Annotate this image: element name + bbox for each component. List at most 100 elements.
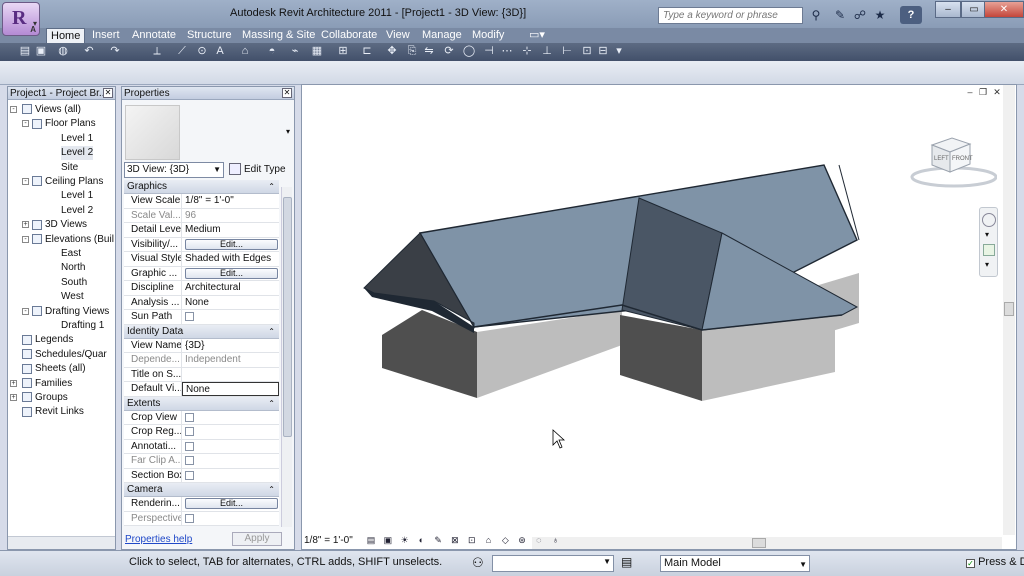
collapse-icon[interactable]: ⌃: [268, 483, 275, 497]
tree-item[interactable]: North: [61, 261, 85, 275]
tab-massing-site[interactable]: Massing & Site: [238, 28, 319, 43]
workset-dropdown[interactable]: ▼: [492, 555, 614, 572]
tree-item[interactable]: Level 1: [61, 189, 93, 203]
tree-item[interactable]: Legends: [22, 333, 73, 347]
help-button[interactable]: ?: [900, 6, 922, 24]
property-value[interactable]: [182, 368, 279, 382]
tree-item[interactable]: - Floor Plans: [22, 117, 96, 131]
collapse-icon[interactable]: -: [22, 120, 29, 128]
tree-item[interactable]: East: [61, 247, 81, 261]
vertical-scrollbar[interactable]: [281, 187, 292, 527]
scale-icon[interactable]: ⊥: [540, 44, 554, 58]
design-option-dropdown[interactable]: Main Model ▼: [660, 555, 810, 572]
tree-item[interactable]: West: [61, 290, 84, 304]
offset-icon[interactable]: ⊹: [520, 44, 534, 58]
tree-item[interactable]: - Ceiling Plans: [22, 175, 103, 189]
chevron-down-icon[interactable]: ▾: [286, 127, 290, 136]
property-group-header[interactable]: Identity Data ⌃: [124, 324, 279, 339]
horizontal-scrollbar[interactable]: [8, 536, 115, 549]
pin-icon[interactable]: ⊢: [560, 44, 574, 58]
tree-item[interactable]: +3D Views: [22, 218, 87, 232]
tree-item[interactable]: Site: [61, 161, 78, 175]
tree-item[interactable]: Level 2: [61, 204, 93, 218]
tree-item[interactable]: - Elevations (Buil: [22, 233, 114, 247]
checkbox[interactable]: ✓: [966, 558, 975, 568]
worksets-icon[interactable]: ⚇: [472, 555, 484, 571]
tab-modify[interactable]: Modify: [468, 28, 508, 43]
tree-item[interactable]: Level 2: [61, 146, 94, 161]
collapse-icon[interactable]: ⌃: [268, 325, 275, 339]
expand-icon[interactable]: +: [10, 379, 17, 387]
property-checkbox[interactable]: [185, 412, 194, 422]
tree-item[interactable]: + Families: [10, 377, 72, 391]
search-input[interactable]: Type a keyword or phrase: [658, 7, 803, 24]
property-checkbox[interactable]: [185, 312, 194, 321]
property-checkbox[interactable]: [185, 441, 194, 451]
customize-toolbar-icon[interactable]: ▾: [612, 44, 626, 58]
expand-icon[interactable]: +: [22, 221, 29, 229]
mirror-icon[interactable]: ⇋: [422, 44, 436, 58]
tree-item[interactable]: South: [61, 276, 87, 290]
collapse-icon[interactable]: ⌃: [268, 180, 275, 194]
close-icon[interactable]: ✕: [282, 88, 292, 98]
expand-icon[interactable]: +: [10, 394, 17, 401]
shadows-icon[interactable]: ◐: [416, 535, 427, 546]
type-selector-dropdown[interactable]: 3D View: {3D} ▼: [124, 162, 224, 178]
steering-wheel-icon[interactable]: [982, 213, 996, 227]
close-button[interactable]: ✕: [984, 1, 1024, 18]
align-icon[interactable]: ⊏: [360, 44, 374, 58]
tree-item[interactable]: + Groups: [10, 391, 68, 405]
text-icon[interactable]: A: [213, 44, 227, 58]
3d-viewport[interactable]: – ❐ ✕ LEFT FRONT ▾ ▾ 1/8" = 1'-0" ▤ ▣ ☀ …: [301, 84, 1017, 550]
property-value[interactable]: Shaded with Edges: [182, 252, 279, 266]
tab-collaborate[interactable]: Collaborate: [317, 28, 381, 43]
communication-center-icon[interactable]: ☍: [852, 7, 868, 23]
binoculars-icon[interactable]: ⚲: [808, 7, 824, 23]
aligned-dimension-icon[interactable]: ⟋: [175, 44, 189, 58]
tree-item[interactable]: - Views (all): [10, 103, 81, 117]
tree-item[interactable]: Drafting 1: [61, 319, 104, 333]
edit-button[interactable]: Edit...: [185, 238, 278, 250]
tab-manage[interactable]: Manage: [418, 28, 466, 43]
undo-icon[interactable]: ↶: [82, 44, 96, 58]
measure-icon[interactable]: ⟂: [150, 44, 164, 58]
key-icon[interactable]: ✎: [832, 7, 848, 23]
press-drag-toggle[interactable]: ✓ Press & D: [966, 556, 1024, 568]
application-menu-button[interactable]: R A ▾: [2, 2, 40, 36]
tab-home[interactable]: Home: [46, 28, 86, 43]
favorites-star-icon[interactable]: ★: [872, 7, 888, 23]
tab-insert[interactable]: Insert: [88, 28, 124, 43]
viewcube[interactable]: LEFT FRONT: [902, 130, 997, 190]
property-value[interactable]: None: [182, 382, 279, 396]
properties-help-link[interactable]: Properties help: [125, 534, 192, 545]
property-group-header[interactable]: Extents ⌃: [124, 396, 279, 411]
property-checkbox[interactable]: [185, 427, 194, 436]
horizontal-scrollbar[interactable]: [532, 537, 1002, 549]
unpin-icon[interactable]: ⊡: [580, 44, 594, 58]
sync-icon[interactable]: ◍: [56, 44, 70, 58]
3d-view-icon[interactable]: ⌂: [238, 44, 252, 58]
scrollbar-thumb[interactable]: [752, 538, 766, 548]
property-value[interactable]: 1/8" = 1'-0": [182, 194, 279, 208]
reveal-hidden-icon[interactable]: ⊛: [517, 535, 528, 546]
trim-icon[interactable]: ⊣: [482, 44, 496, 58]
collapse-icon[interactable]: -: [22, 235, 29, 243]
highlight-icon[interactable]: ♁: [550, 535, 561, 546]
tree-item[interactable]: Schedules/Quar: [22, 348, 107, 362]
chevron-down-icon[interactable]: ▾: [985, 230, 989, 239]
save-icon[interactable]: ▣: [34, 44, 48, 58]
scrollbar-thumb[interactable]: [283, 197, 292, 437]
lock-3d-view-icon[interactable]: ⌂: [483, 535, 494, 546]
rotate-icon[interactable]: ⟳: [442, 44, 456, 58]
close-icon[interactable]: ✕: [103, 88, 113, 98]
copy-icon[interactable]: ⎘: [405, 44, 419, 58]
property-value[interactable]: Architectural: [182, 281, 279, 295]
tree-item[interactable]: Revit Links: [22, 405, 84, 419]
tab-annotate[interactable]: Annotate: [128, 28, 180, 43]
delete-icon[interactable]: ⊟: [596, 44, 610, 58]
split-icon[interactable]: ⋯: [500, 44, 514, 58]
tag-icon[interactable]: ⊙: [195, 44, 209, 58]
view-scale-control[interactable]: 1/8" = 1'-0": [304, 535, 353, 546]
property-value[interactable]: Medium: [182, 223, 279, 237]
zoom-icon[interactable]: [983, 244, 995, 256]
